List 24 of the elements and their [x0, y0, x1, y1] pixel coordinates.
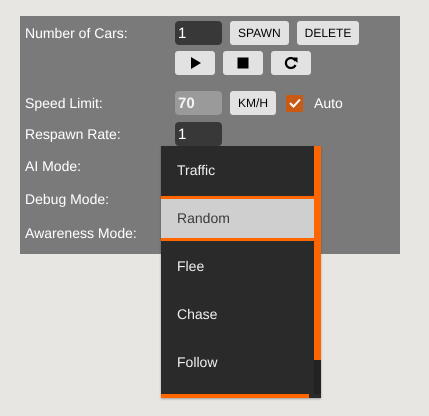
field-label: Number of Cars:	[25, 25, 129, 41]
play-button[interactable]	[175, 51, 215, 75]
restart-button[interactable]	[271, 51, 311, 75]
field-label: Respawn Rate:	[25, 126, 122, 142]
input-field[interactable]: 1	[175, 122, 222, 146]
field-label: Debug Mode:	[25, 191, 110, 207]
field-label: AI Mode:	[25, 158, 82, 174]
scrollbar[interactable]	[161, 394, 309, 398]
restart-icon	[284, 56, 298, 70]
play-icon	[188, 56, 202, 70]
input-field[interactable]: 1	[175, 21, 222, 45]
field-label: Awareness Mode:	[25, 225, 138, 241]
checkbox-label: Auto	[314, 95, 343, 111]
field-label: Speed Limit:	[25, 95, 104, 111]
stop-icon	[236, 56, 250, 70]
scrollbar[interactable]	[314, 146, 321, 394]
menu-option[interactable]: Chase	[161, 290, 314, 338]
menu-option[interactable]: Flee	[161, 242, 314, 290]
text-button[interactable]: DELETE	[296, 21, 360, 45]
stop-button[interactable]	[223, 51, 263, 75]
menu-option[interactable]: Traffic	[161, 146, 314, 194]
text-button[interactable]: SPAWN	[230, 21, 289, 45]
menu-option[interactable]: Random	[161, 194, 314, 242]
menu-option[interactable]: Follow	[161, 338, 314, 386]
